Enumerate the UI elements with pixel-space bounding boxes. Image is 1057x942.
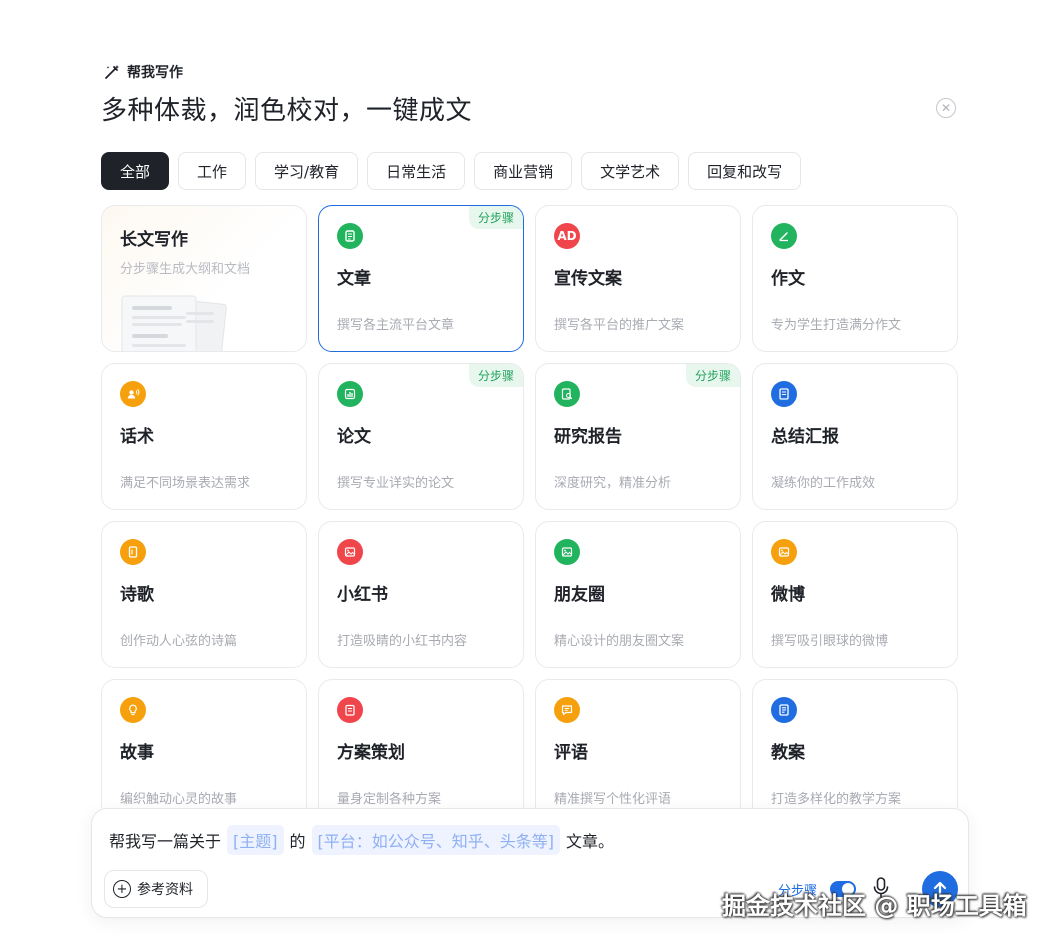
- card-title: 小红书: [337, 585, 388, 605]
- magic-wand-icon: [105, 65, 119, 79]
- tab-business-marketing[interactable]: 商业营销: [474, 152, 573, 190]
- writing-template-grid: 长文写作 分步骤生成大纲和文档 分步骤 文章 撰写各主流平台文章 AD 宣传文案…: [101, 205, 959, 808]
- card-description: 专为学生打造满分作文: [771, 318, 902, 333]
- prompt-suffix: 文章。: [566, 832, 615, 851]
- tab-all[interactable]: 全部: [101, 152, 170, 190]
- image-icon: [337, 539, 363, 565]
- close-button[interactable]: ✕: [936, 98, 956, 118]
- step-badge: 分步骤: [468, 206, 523, 229]
- card-title: 朋友圈: [554, 585, 605, 605]
- comment-icon: [554, 697, 580, 723]
- platform-slot[interactable]: [平台：如公众号、知乎、头条等]: [311, 825, 561, 855]
- reference-label: 参考资料: [137, 882, 193, 898]
- card-description: 创作动人心弦的诗篇: [120, 634, 238, 649]
- card-lesson-plan[interactable]: 教案 打造多样化的教学方案: [752, 679, 958, 808]
- page-title: 多种体裁，润色校对，一键成文: [101, 96, 473, 126]
- card-plan-proposal[interactable]: 方案策划 量身定制各种方案: [318, 679, 524, 808]
- tab-daily-life[interactable]: 日常生活: [367, 152, 466, 190]
- card-work-summary[interactable]: 总结汇报 凝练你的工作成效: [752, 363, 958, 510]
- lesson-book-icon: [771, 697, 797, 723]
- prompt-prefix: 帮我写一篇关于: [109, 832, 222, 851]
- clipboard-icon: [337, 697, 363, 723]
- card-title: 评语: [554, 743, 588, 763]
- notebook-icon: [771, 381, 797, 407]
- card-story[interactable]: 故事 编织触动心灵的故事: [101, 679, 307, 808]
- card-title: 论文: [337, 427, 371, 447]
- card-research-report[interactable]: 分步骤 研究报告 深度研究，精准分析: [535, 363, 741, 510]
- card-speech-script[interactable]: 话术 满足不同场景表达需求: [101, 363, 307, 510]
- card-title: 长文写作: [120, 230, 188, 250]
- card-description: 撰写吸引眼球的微博: [771, 634, 889, 649]
- image-icon: [771, 539, 797, 565]
- card-description: 精准撰写个性化评语: [554, 792, 672, 807]
- card-xiaohongshu[interactable]: 小红书 打造吸睛的小红书内容: [318, 521, 524, 668]
- card-wechat-moments[interactable]: 朋友圈 精心设计的朋友圈文案: [535, 521, 741, 668]
- card-title: 教案: [771, 743, 805, 763]
- card-description: 撰写各主流平台文章: [337, 318, 455, 333]
- card-weibo[interactable]: 微博 撰写吸引眼球的微博: [752, 521, 958, 668]
- card-description: 编织触动心灵的故事: [120, 792, 238, 807]
- card-description: 深度研究，精准分析: [554, 476, 672, 491]
- reference-material-button[interactable]: + 参考资料: [104, 870, 208, 908]
- card-title: 总结汇报: [771, 427, 839, 447]
- card-title: 宣传文案: [554, 269, 622, 289]
- card-title: 研究报告: [554, 427, 622, 447]
- article-icon: [337, 223, 363, 249]
- write-for-me-tag: 帮我写作: [103, 62, 183, 82]
- card-description: 精心设计的朋友圈文案: [554, 634, 685, 649]
- card-title: 微博: [771, 585, 805, 605]
- tab-work[interactable]: 工作: [178, 152, 247, 190]
- bar-chart-icon: [337, 381, 363, 407]
- prompt-joiner: 的: [289, 832, 306, 851]
- card-title: 作文: [771, 269, 805, 289]
- card-description: 打造吸睛的小红书内容: [337, 634, 468, 649]
- ad-icon: AD: [554, 223, 580, 249]
- card-description: 分步骤生成大纲和文档: [120, 262, 251, 277]
- card-promo-copy[interactable]: AD 宣传文案 撰写各平台的推广文案: [535, 205, 741, 352]
- scroll-icon: [120, 539, 146, 565]
- card-description: 打造多样化的教学方案: [771, 792, 902, 807]
- card-title: 文章: [337, 269, 371, 289]
- card-article[interactable]: 分步骤 文章 撰写各主流平台文章: [318, 205, 524, 352]
- watermark: 掘金技术社区 @ 职场工具箱: [722, 892, 1027, 920]
- tab-literature-art[interactable]: 文学艺术: [581, 152, 680, 190]
- card-description: 撰写各平台的推广文案: [554, 318, 685, 333]
- step-badge: 分步骤: [685, 364, 740, 387]
- card-poetry[interactable]: 诗歌 创作动人心弦的诗篇: [101, 521, 307, 668]
- card-title: 诗歌: [120, 585, 154, 605]
- header-tag-label: 帮我写作: [127, 65, 183, 81]
- card-title: 话术: [120, 427, 154, 447]
- speaker-icon: [120, 381, 146, 407]
- prompt-template[interactable]: 帮我写一篇关于 [主题] 的 [平台：如公众号、知乎、头条等] 文章。: [109, 825, 614, 855]
- card-description: 量身定制各种方案: [337, 792, 442, 807]
- card-title: 故事: [120, 743, 154, 763]
- lightbulb-icon: [120, 697, 146, 723]
- step-badge: 分步骤: [468, 364, 523, 387]
- card-title: 方案策划: [337, 743, 405, 763]
- category-tabs: 全部 工作 学习/教育 日常生活 商业营销 文学艺术 回复和改写: [101, 152, 802, 190]
- card-long-form-writing[interactable]: 长文写作 分步骤生成大纲和文档: [101, 205, 307, 352]
- card-description: 满足不同场景表达需求: [120, 476, 251, 491]
- pen-icon: [771, 223, 797, 249]
- report-search-icon: [554, 381, 580, 407]
- tab-study-education[interactable]: 学习/教育: [255, 152, 359, 190]
- close-icon: ✕: [940, 101, 952, 115]
- card-description: 撰写专业详实的论文: [337, 476, 455, 491]
- card-composition[interactable]: 作文 专为学生打造满分作文: [752, 205, 958, 352]
- card-thesis[interactable]: 分步骤 论文 撰写专业详实的论文: [318, 363, 524, 510]
- topic-slot[interactable]: [主题]: [227, 825, 284, 855]
- card-evaluation-comment[interactable]: 评语 精准撰写个性化评语: [535, 679, 741, 808]
- image-icon: [554, 539, 580, 565]
- plus-icon: +: [113, 880, 131, 898]
- document-stack-icon: [121, 295, 227, 351]
- tab-reply-rewrite[interactable]: 回复和改写: [688, 152, 802, 190]
- card-description: 凝练你的工作成效: [771, 476, 876, 491]
